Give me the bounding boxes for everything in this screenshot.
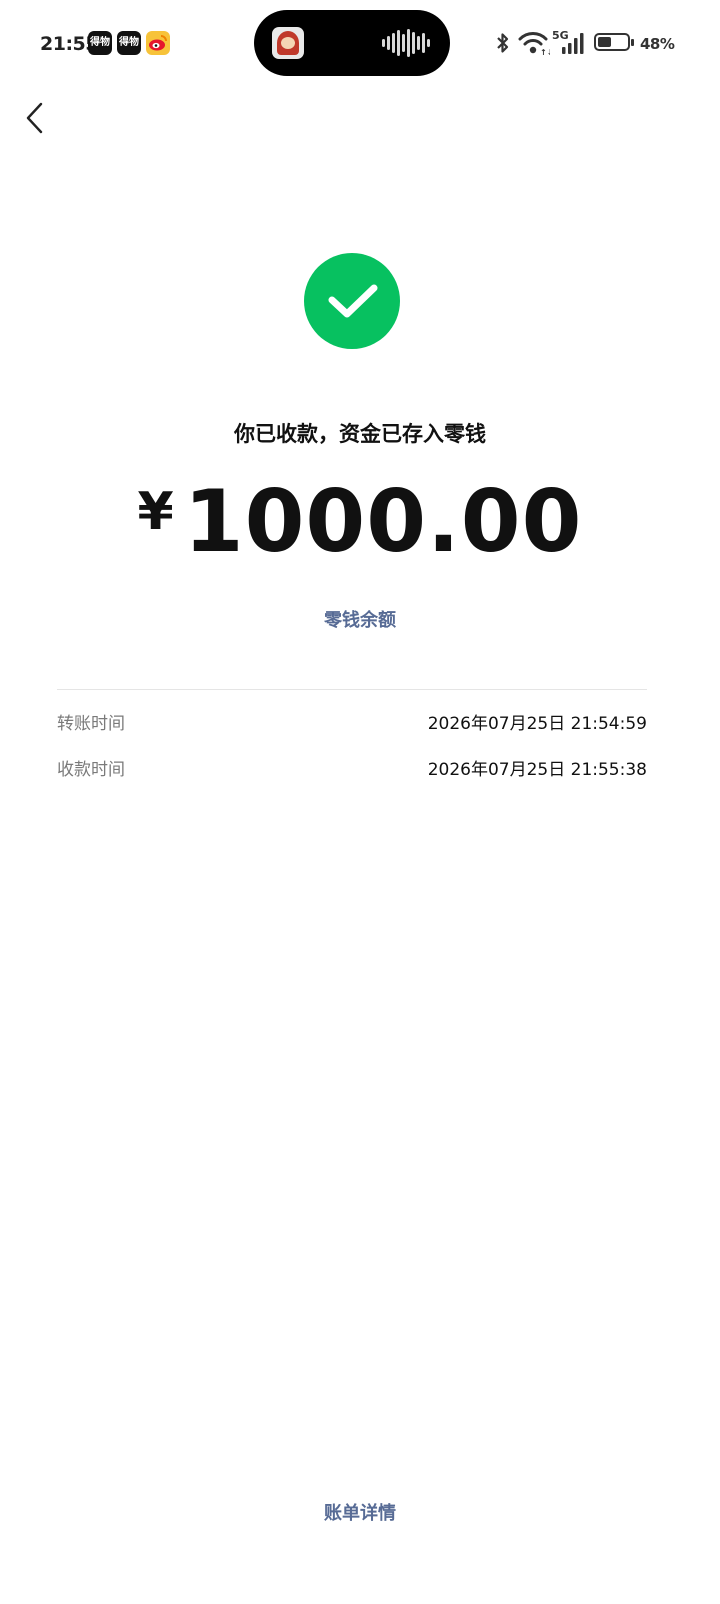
detail-row-receive-time: 收款时间 2026年07月25日 21:55:38 [57, 755, 647, 785]
result-title: 你已收款，资金已存入零钱 [234, 422, 486, 446]
battery-fill [598, 37, 611, 47]
chevron-left-icon [26, 102, 43, 134]
dewu-app-icon: 得物 [88, 31, 112, 55]
svg-text:↑↓: ↑↓ [540, 48, 550, 56]
bill-details-link[interactable]: 账单详情 [0, 1499, 720, 1525]
amount-value: 1000.00 [183, 472, 583, 572]
amount-display: ¥1000.00 [0, 472, 720, 572]
detail-row-transfer-time: 转账时间 2026年07月25日 21:54:59 [57, 709, 647, 739]
detail-value: 2026年07月25日 21:55:38 [427, 760, 647, 780]
battery-percent: 48% [640, 35, 675, 53]
dewu-app-icon: 得物 [117, 31, 141, 55]
signal-strength-icon [562, 33, 584, 54]
back-button[interactable] [18, 98, 58, 138]
transfer-receipt-page: 21:55 得物 得物 ↑ 5G 48% 你已收款，资金已存入零钱 ¥ 1000… [0, 0, 720, 1604]
wifi-icon: ↑↓ [518, 32, 550, 56]
battery-icon [594, 33, 630, 51]
divider [57, 689, 647, 690]
currency-symbol: ¥ [137, 482, 174, 542]
check-circle-icon [304, 253, 400, 349]
detail-label: 转账时间 [57, 714, 125, 734]
status-bar: 21:55 得物 得物 ↑ 5G 48% [0, 0, 720, 90]
detail-value: 2026年07月25日 21:54:59 [427, 714, 647, 734]
audio-wave-icon [382, 28, 432, 58]
dynamic-island[interactable] [254, 10, 450, 76]
media-thumbnail [272, 27, 304, 59]
bluetooth-icon [497, 33, 509, 53]
battery-tip [631, 39, 634, 46]
balance-link[interactable]: 零钱余额 [0, 606, 720, 632]
weibo-app-icon [146, 31, 170, 55]
detail-label: 收款时间 [57, 760, 125, 780]
